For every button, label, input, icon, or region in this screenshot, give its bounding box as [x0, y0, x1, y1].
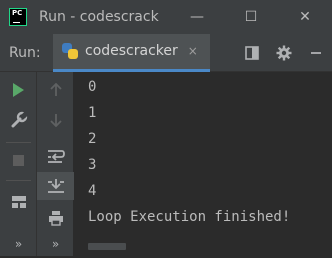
console-line: 2 [88, 131, 97, 147]
run-label: Run: [9, 44, 41, 61]
restore-layout-icon[interactable] [0, 188, 37, 216]
python-icon [61, 42, 79, 60]
minus-icon[interactable] [300, 46, 332, 60]
window-title: Run - codescrack [39, 9, 159, 25]
more-actions-left-icon[interactable]: » [0, 230, 37, 258]
console-line: 0 [88, 79, 97, 95]
console-line: 3 [88, 157, 97, 173]
run-tab-label: codescracker [85, 43, 178, 59]
horizontal-scrollbar[interactable] [88, 243, 126, 250]
console-actions-strip: » [37, 72, 74, 256]
run-actions-strip: » [0, 72, 37, 256]
pycharm-logo-icon: PC [9, 8, 27, 26]
minimize-window-button[interactable]: — [170, 0, 224, 34]
more-actions-right-icon[interactable]: » [37, 230, 74, 258]
down-arrow-icon[interactable] [37, 106, 74, 134]
run-tab-codescracker[interactable]: codescracker × [53, 33, 210, 72]
close-tab-icon[interactable]: × [188, 44, 198, 58]
console-line: Loop Execution finished! [88, 209, 291, 225]
up-arrow-icon[interactable] [37, 76, 74, 104]
run-toolbar: Run: codescracker × [0, 33, 332, 72]
title-bar: PC Run - codescrack — ☐ ✕ [0, 0, 332, 34]
console-line: 1 [88, 105, 97, 121]
scroll-to-end-icon[interactable] [37, 172, 74, 200]
wrench-icon[interactable] [0, 106, 37, 134]
rerun-icon[interactable] [0, 76, 37, 104]
maximize-window-button[interactable]: ☐ [224, 0, 278, 34]
print-icon[interactable] [37, 204, 74, 232]
gear-icon[interactable] [268, 45, 300, 61]
vertical-scrollbar[interactable] [322, 72, 332, 256]
soft-wrap-icon[interactable] [37, 142, 74, 170]
layout-icon[interactable] [236, 45, 268, 60]
console-output[interactable]: 0 1 2 3 4 Loop Execution finished! [74, 72, 332, 256]
console-line: 4 [88, 183, 97, 199]
close-window-button[interactable]: ✕ [278, 0, 332, 34]
stop-icon[interactable] [0, 146, 37, 174]
